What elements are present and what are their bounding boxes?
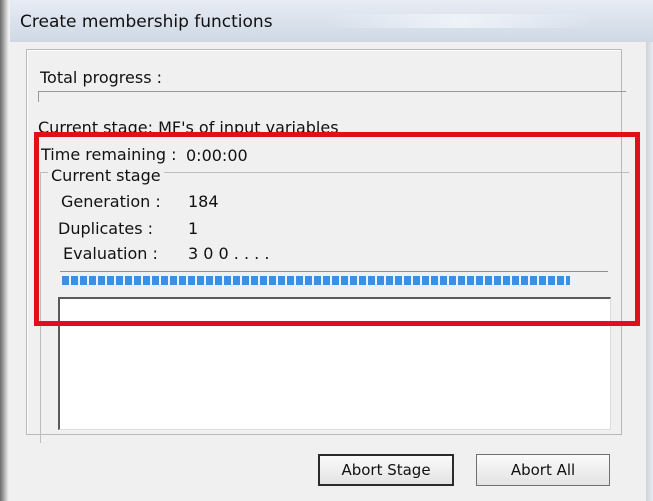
window-title: Create membership functions	[20, 12, 273, 32]
title-bar-glow	[330, 14, 590, 28]
window-left-edge	[0, 0, 10, 501]
abort-all-button[interactable]: Abort All	[476, 454, 610, 486]
annotation-highlight-box	[34, 132, 640, 326]
title-bar[interactable]: Create membership functions	[10, 0, 653, 43]
total-progress-bar	[38, 91, 626, 102]
window-right-edge	[646, 42, 653, 501]
abort-stage-button[interactable]: Abort Stage	[318, 454, 454, 486]
total-progress-label: Total progress :	[40, 68, 162, 87]
